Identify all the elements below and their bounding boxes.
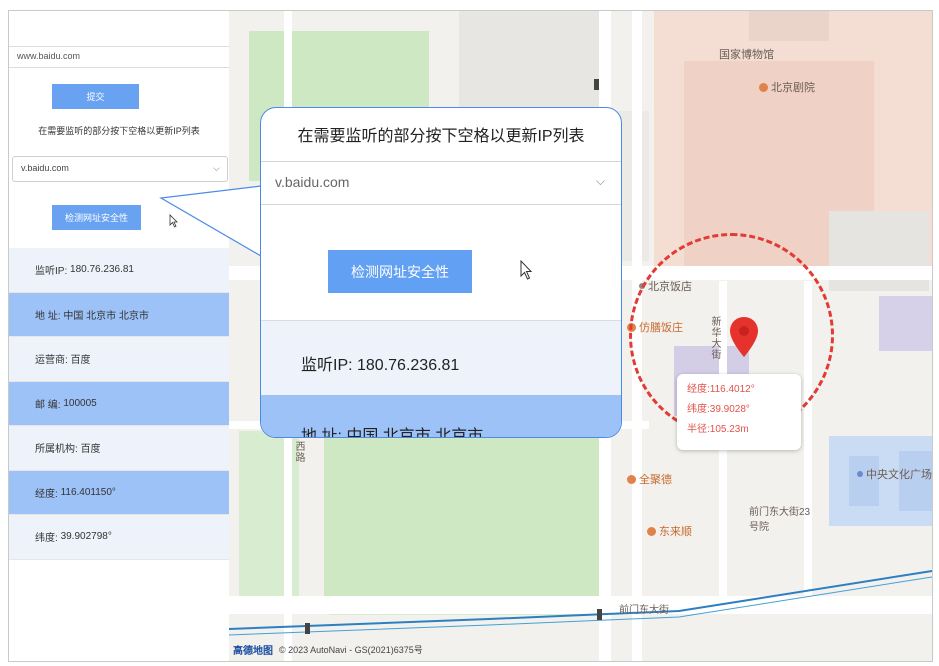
zoom-domain-select[interactable]: v.baidu.com ⌵ [261,161,621,205]
poi-pharmacy[interactable]: 全聚德 [627,471,672,487]
left-panel: www.baidu.com 提交 在需要监听的部分按下空格以更新IP列表 v.b… [9,11,229,661]
poi-theater-label: 北京剧院 [771,82,815,94]
road-label: 西路 [291,441,306,463]
zoom-domain-value: v.baidu.com [275,174,350,190]
poi-building-label: 前门东大街23号院 [749,507,811,533]
domain-select-value: v.baidu.com [21,163,69,173]
mouse-cursor-icon [520,260,533,280]
result-row-address: 地 址: 中国 北京市 北京市 [9,292,229,337]
zoom-row-address: 地 址: 中国 北京市 北京市 [261,395,621,437]
zoom-row-ip: 监听IP: 180.76.236.81 [261,320,621,395]
poi-noodle-label: 东来顺 [659,526,692,538]
poi-theater[interactable]: 北京剧院 [759,79,815,95]
marker-info-card: 经度:116.4012° 纬度:39.9028° 半径:105.23m [677,374,801,450]
street-label: 前门东大街 [619,601,669,616]
location-pin-icon[interactable] [729,316,759,358]
url-input[interactable]: www.baidu.com [9,46,229,68]
window-frame: 国家博物馆 北京剧院 北京饭店 仿膳饭庄 全聚德 东来顺 中央文化广场 前门东大… [8,10,933,662]
result-row-latitude: 纬度: 39.902798° [9,515,229,560]
poi-pharmacy-label: 全聚德 [639,474,672,486]
road-label-text: 西路 [293,441,304,463]
zoom-check-safety-button[interactable]: 检测网址安全性 [328,250,472,293]
submit-button[interactable]: 提交 [52,84,139,109]
poi-building[interactable]: 前门东大街23号院 [749,503,819,533]
zoom-hint-text: 在需要监听的部分按下空格以更新IP列表 [297,128,585,145]
location-icon [759,82,768,92]
marker-latitude: 纬度:39.9028° [687,404,750,415]
restaurant-icon [627,474,636,484]
check-safety-button[interactable]: 检测网址安全性 [52,205,141,230]
zoom-callout: 在需要监听的部分按下空格以更新IP列表 v.baidu.com ⌵ 检测网址安全… [260,107,622,438]
hint-text: 在需要监听的部分按下空格以更新IP列表 [38,126,200,136]
map-logo: 高德地图 [233,646,273,657]
chevron-down-icon: ⌵ [595,174,605,188]
poi-museum-label: 国家博物馆 [719,49,774,61]
poi-culture[interactable]: 中央文化广场 [857,466,932,482]
map-copyright: © 2023 AutoNavi - GS(2021)6375号 [279,645,423,655]
location-icon [857,471,863,477]
result-row-org: 所属机构: 百度 [9,426,229,471]
result-row-longitude: 经度: 116.401150° [9,470,229,515]
poi-culture-label: 中央文化广场 [866,469,932,481]
restaurant-icon [647,526,656,536]
street-label-text: 前门东大街 [619,605,669,616]
poi-noodle[interactable]: 东来顺 [647,523,692,539]
map-footer: 高德地图 © 2023 AutoNavi - GS(2021)6375号 [233,642,423,657]
result-list: 监听IP: 180.76.236.81 地 址: 中国 北京市 北京市 运营商:… [9,248,229,560]
callout-tail [159,185,262,257]
marker-longitude: 经度:116.4012° [687,384,755,395]
result-row-zip: 邮 编: 100005 [9,381,229,426]
marker-radius: 半径:105.23m [687,424,749,435]
result-row-isp: 运营商: 百度 [9,337,229,382]
poi-museum[interactable]: 国家博物馆 [719,46,774,62]
